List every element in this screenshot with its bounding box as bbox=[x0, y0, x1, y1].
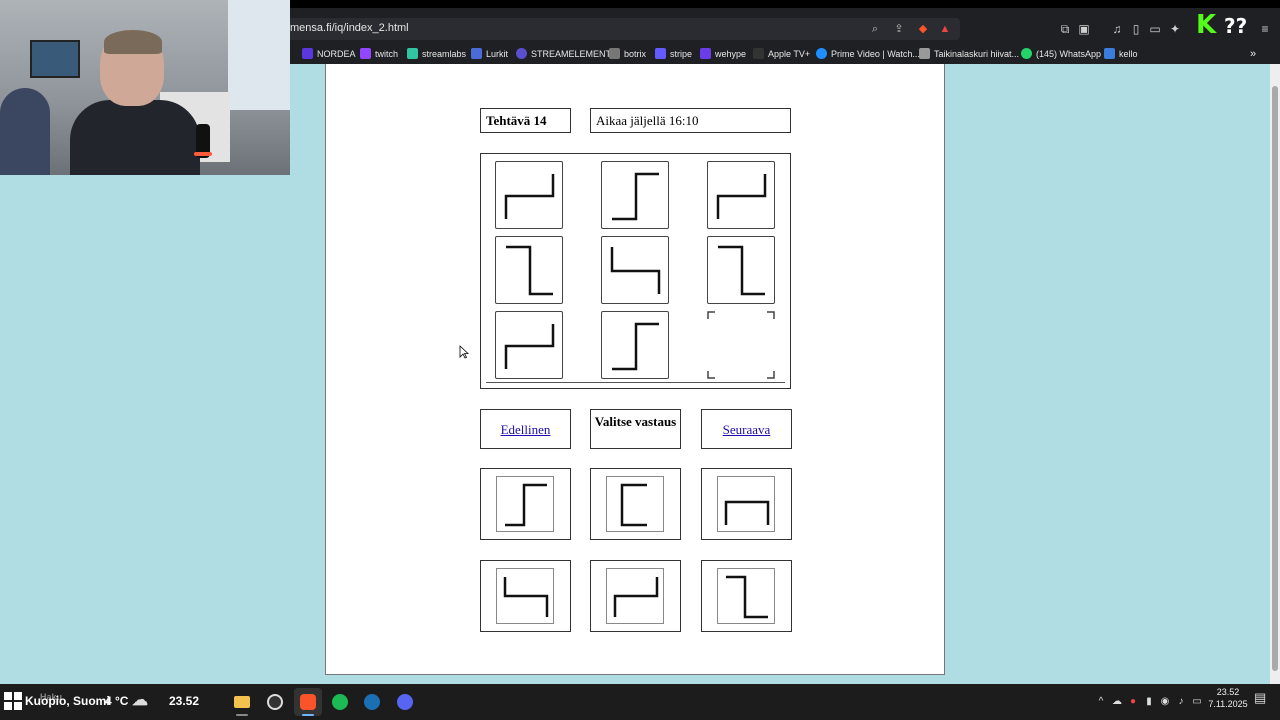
matrix-cell bbox=[601, 236, 669, 304]
url-text[interactable]: mensa.fi/iq/index_2.html bbox=[290, 22, 409, 34]
sidebar-icon[interactable]: ▯ bbox=[1129, 22, 1143, 36]
bookmark-wehype[interactable]: wehype bbox=[700, 47, 746, 61]
menu-icon[interactable]: ≡ bbox=[1258, 22, 1272, 36]
brave-shield-icon[interactable]: ◆ bbox=[916, 22, 930, 36]
scrollbar-thumb[interactable] bbox=[1272, 86, 1278, 671]
whatsapp-icon bbox=[1021, 48, 1032, 59]
answer-option-6[interactable] bbox=[701, 560, 792, 632]
answer-placeholder bbox=[707, 311, 775, 379]
taskbar-time: 23.52 bbox=[169, 694, 200, 708]
extensions-icon[interactable]: ⧉ bbox=[1058, 22, 1072, 36]
bookmark-streamelements[interactable]: STREAMELEMENTS bbox=[516, 47, 617, 61]
steam-tray-icon[interactable]: ◉ bbox=[1159, 696, 1171, 708]
bookmark-appletv[interactable]: Apple TV+ bbox=[753, 47, 810, 61]
question-overlay: ?? bbox=[1224, 14, 1248, 38]
windows-taskbar: Haku Kuopio, Suomi 4 °C ☁ 23.52 ^ ☁ ● ▮ … bbox=[0, 684, 1280, 720]
taikinalaskuri-icon bbox=[919, 48, 930, 59]
bookmark-botrix[interactable]: botrix bbox=[609, 47, 646, 61]
streamlabs-icon bbox=[407, 48, 418, 59]
leo-ai-icon[interactable]: ✦ bbox=[1168, 22, 1182, 36]
wallet-icon[interactable]: ▭ bbox=[1148, 22, 1162, 36]
matrix-cell bbox=[601, 161, 669, 229]
brave-browser-icon[interactable] bbox=[294, 688, 322, 716]
matrix-divider bbox=[486, 382, 785, 383]
address-bar[interactable]: mensa.fi/iq/index_2.html ⌕ ⇪ ◆ ▲ bbox=[280, 18, 960, 40]
security-icon[interactable]: ● bbox=[1127, 696, 1139, 708]
windows-start-icon[interactable] bbox=[4, 692, 22, 710]
system-clock[interactable]: 23.52 7.11.2025 bbox=[1206, 686, 1250, 710]
stripe-icon bbox=[655, 48, 666, 59]
bookmark-taikinalaskuri[interactable]: Taikinalaskuri hiivat... bbox=[919, 47, 1019, 61]
matrix-cell bbox=[495, 161, 563, 229]
volume-icon[interactable]: ♪ bbox=[1175, 696, 1187, 708]
next-link[interactable]: Seuraava bbox=[702, 410, 791, 438]
tray-chevron-icon[interactable]: ^ bbox=[1095, 696, 1107, 708]
lurkit-icon bbox=[471, 48, 482, 59]
previous-link[interactable]: Edellinen bbox=[481, 410, 570, 438]
answer-option-4[interactable] bbox=[480, 560, 571, 632]
botrix-icon bbox=[609, 48, 620, 59]
brave-rewards-icon[interactable]: ▲ bbox=[938, 22, 952, 36]
answer-option-1[interactable] bbox=[480, 468, 571, 540]
onedrive-icon[interactable]: ☁ bbox=[1111, 696, 1123, 708]
more-bookmarks-icon[interactable]: » bbox=[1250, 47, 1256, 61]
choose-answer-label: Valitse vastaus bbox=[590, 409, 681, 449]
answer-option-2[interactable] bbox=[590, 468, 681, 540]
share-icon[interactable]: ⇪ bbox=[892, 22, 906, 36]
zoom-icon[interactable]: ⌕ bbox=[868, 22, 882, 36]
steam-icon[interactable] bbox=[358, 688, 386, 716]
wehype-icon bbox=[700, 48, 711, 59]
puzzle-matrix bbox=[480, 153, 791, 389]
page-content: Tehtävä 14 Aikaa jäljellä 16:10 Edelline… bbox=[325, 64, 945, 675]
obs-icon[interactable] bbox=[261, 688, 289, 716]
microphone-icon[interactable]: ▮ bbox=[1143, 696, 1155, 708]
bookmark-kello[interactable]: kello bbox=[1104, 47, 1138, 61]
bookmark-nordea[interactable]: NORDEA bbox=[302, 47, 356, 61]
mouse-cursor-icon bbox=[459, 345, 469, 359]
screenshot-icon[interactable]: ▣ bbox=[1077, 22, 1091, 36]
answer-option-5[interactable] bbox=[590, 560, 681, 632]
task-number: Tehtävä 14 bbox=[480, 108, 571, 133]
bookmark-twitch[interactable]: twitch bbox=[360, 47, 398, 61]
bookmark-prime-video[interactable]: Prime Video | Watch... bbox=[816, 47, 920, 61]
prime-video-icon bbox=[816, 48, 827, 59]
network-icon[interactable]: ▭ bbox=[1191, 696, 1203, 708]
media-icon[interactable]: ♫ bbox=[1110, 22, 1124, 36]
matrix-cell bbox=[495, 311, 563, 379]
clock-time: 23.52 bbox=[1216, 687, 1240, 697]
answer-option-3[interactable] bbox=[701, 468, 792, 540]
twitch-icon bbox=[360, 48, 371, 59]
spotify-icon[interactable] bbox=[326, 688, 354, 716]
discord-icon[interactable] bbox=[391, 688, 419, 716]
bookmark-whatsapp[interactable]: (145) WhatsApp bbox=[1021, 47, 1101, 61]
bookmark-stripe[interactable]: stripe bbox=[655, 47, 692, 61]
bookmark-lurkit[interactable]: Lurkit bbox=[471, 47, 508, 61]
matrix-cell bbox=[707, 161, 775, 229]
next-button[interactable]: Seuraava bbox=[701, 409, 792, 449]
weather-temperature[interactable]: 4 °C bbox=[105, 694, 128, 708]
kick-logo: K bbox=[1196, 10, 1217, 40]
file-explorer-icon[interactable] bbox=[228, 688, 256, 716]
nordea-icon bbox=[302, 48, 313, 59]
notifications-icon[interactable]: ▤ bbox=[1254, 691, 1266, 704]
bookmark-streamlabs[interactable]: streamlabs bbox=[407, 47, 466, 61]
timer-display: Aikaa jäljellä 16:10 bbox=[590, 108, 791, 133]
matrix-cell bbox=[495, 236, 563, 304]
previous-button[interactable]: Edellinen bbox=[480, 409, 571, 449]
cloud-icon: ☁ bbox=[132, 692, 148, 709]
weather-location[interactable]: Kuopio, Suomi bbox=[25, 694, 110, 708]
matrix-cell bbox=[707, 236, 775, 304]
kello-icon bbox=[1104, 48, 1115, 59]
matrix-cell bbox=[601, 311, 669, 379]
clock-date: 7.11.2025 bbox=[1208, 699, 1248, 709]
streamelements-icon bbox=[516, 48, 527, 59]
webcam-overlay bbox=[0, 0, 290, 175]
appletv-icon bbox=[753, 48, 764, 59]
page-scrollbar[interactable] bbox=[1270, 64, 1280, 684]
